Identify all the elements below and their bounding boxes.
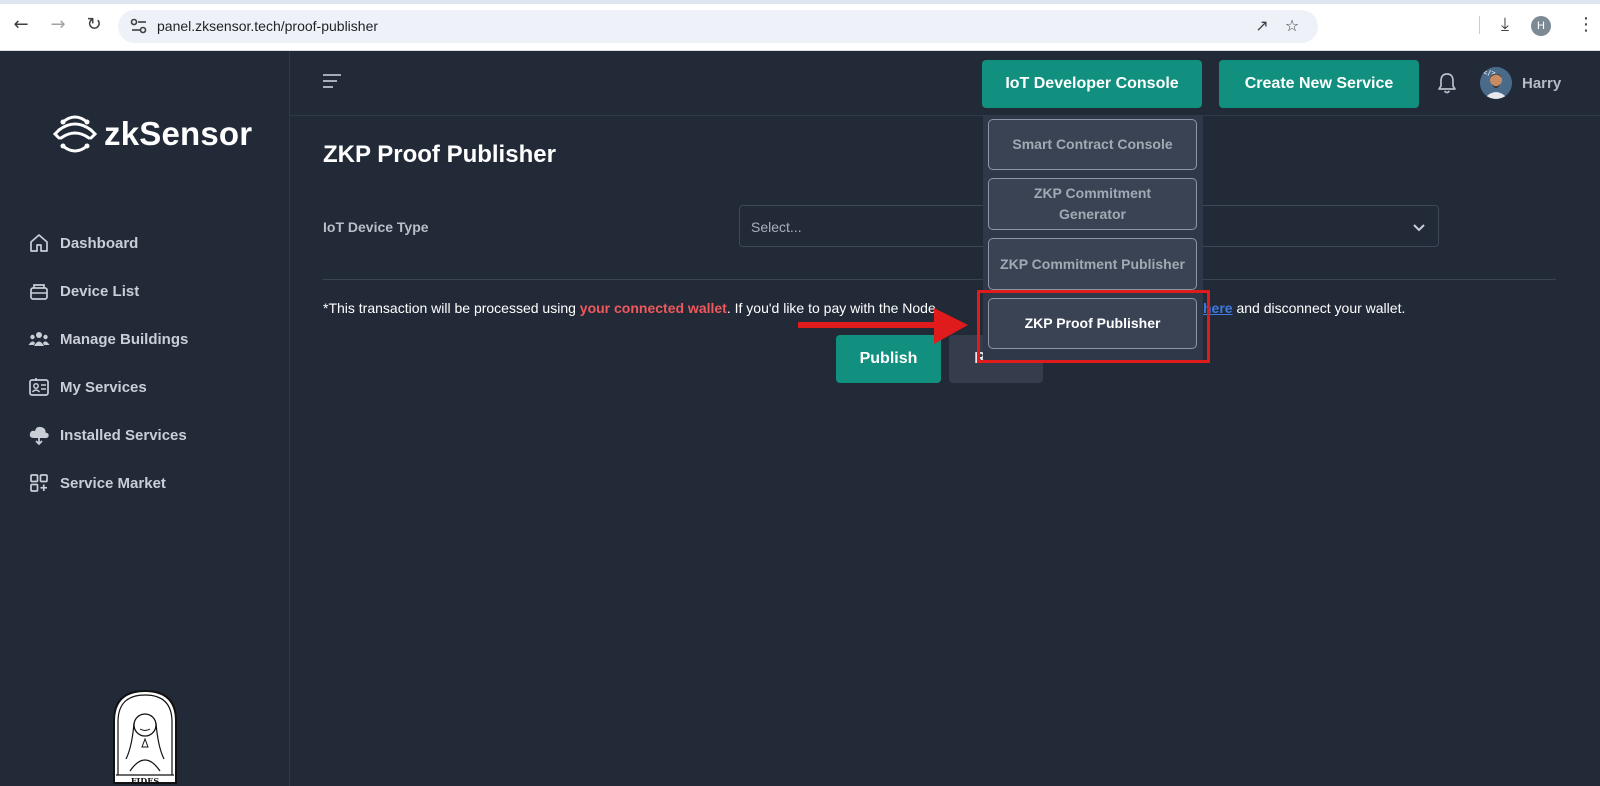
download-icon[interactable]: ⤓	[1494, 14, 1516, 36]
browser-toolbar: ← → ↻ panel.zksensor.tech/proof-publishe…	[0, 0, 1600, 51]
grid-plus-icon	[30, 474, 48, 492]
bookmark-star-icon[interactable]: ☆	[1283, 17, 1301, 35]
top-header: IoT Developer Console Create New Service…	[290, 51, 1600, 116]
section-divider	[323, 279, 1556, 280]
zksensor-logo-icon	[52, 115, 98, 153]
reload-icon[interactable]: ↻	[83, 14, 105, 36]
address-bar[interactable]: panel.zksensor.tech/proof-publisher ↗ ☆	[118, 10, 1318, 43]
avatar[interactable]: </>	[1480, 67, 1512, 99]
create-new-service-button[interactable]: Create New Service	[1219, 60, 1419, 108]
note-prefix: *This transaction will be processed usin…	[323, 300, 580, 316]
sidebar-item-label: Manage Buildings	[60, 330, 189, 348]
sidebar-item-device-list[interactable]: Device List	[28, 267, 278, 315]
sidebar-item-label: Dashboard	[60, 234, 139, 252]
sidebar-item-label: Service Market	[60, 474, 166, 492]
sidebar-item-manage-buildings[interactable]: Manage Buildings	[28, 315, 278, 363]
device-type-placeholder: Select...	[751, 219, 802, 235]
site-settings-icon[interactable]	[130, 18, 148, 34]
back-icon[interactable]: ←	[10, 14, 32, 36]
sidebar-item-my-services[interactable]: My Services	[28, 363, 278, 411]
forward-icon[interactable]: →	[47, 14, 69, 36]
sidebar-item-label: My Services	[60, 378, 147, 396]
toolbar-separator	[1479, 16, 1480, 34]
home-icon	[30, 234, 48, 252]
url-text[interactable]: panel.zksensor.tech/proof-publisher	[157, 18, 378, 34]
sidebar-item-installed-services[interactable]: Installed Services	[28, 411, 278, 459]
user-avatar-icon: </>	[1480, 67, 1512, 99]
menu-item-zkp-commitment-publisher[interactable]: ZKP Commitment Publisher	[988, 238, 1197, 290]
tab-strip	[0, 0, 1600, 4]
people-icon	[28, 332, 50, 346]
fides-logo-text: FIDES	[131, 776, 159, 786]
brand-name: zkSensor	[104, 115, 253, 152]
connected-wallet-text: your connected wallet	[579, 300, 727, 316]
annotation-highlight-box	[977, 290, 1210, 363]
annotation-arrow-icon	[798, 308, 968, 344]
sidebar: zkSensor Dashboard Device List Manage Bu…	[0, 51, 290, 786]
id-card-icon	[29, 378, 49, 396]
menu-toggle-icon[interactable]	[322, 73, 342, 89]
menu-item-smart-contract-console[interactable]: Smart Contract Console	[988, 119, 1197, 170]
svg-text:</>: </>	[1483, 69, 1496, 77]
profile-avatar[interactable]: H	[1531, 16, 1551, 36]
page-title: ZKP Proof Publisher	[323, 141, 556, 168]
device-type-label: IoT Device Type	[323, 219, 429, 235]
device-icon	[30, 284, 48, 300]
sidebar-item-label: Device List	[60, 282, 140, 300]
fides-logo: FIDES	[113, 689, 177, 786]
open-external-icon[interactable]: ↗	[1253, 17, 1271, 35]
browser-menu-icon[interactable]: ⋮	[1577, 14, 1595, 36]
brand-logo[interactable]: zkSensor	[49, 108, 252, 160]
notification-bell-icon[interactable]	[1436, 71, 1458, 95]
sidebar-item-service-market[interactable]: Service Market	[28, 459, 278, 507]
sidebar-nav: Dashboard Device List Manage Buildings M…	[28, 219, 278, 507]
sidebar-item-dashboard[interactable]: Dashboard	[28, 219, 278, 267]
chevron-down-icon	[1413, 224, 1425, 232]
user-name[interactable]: Harry	[1522, 75, 1561, 92]
cloud-download-icon	[29, 426, 49, 446]
note-suffix: and disconnect your wallet.	[1232, 300, 1406, 316]
menu-item-zkp-commitment-generator[interactable]: ZKP Commitment Generator	[988, 178, 1197, 230]
iot-developer-console-button[interactable]: IoT Developer Console	[982, 60, 1202, 108]
sidebar-item-label: Installed Services	[60, 426, 187, 444]
